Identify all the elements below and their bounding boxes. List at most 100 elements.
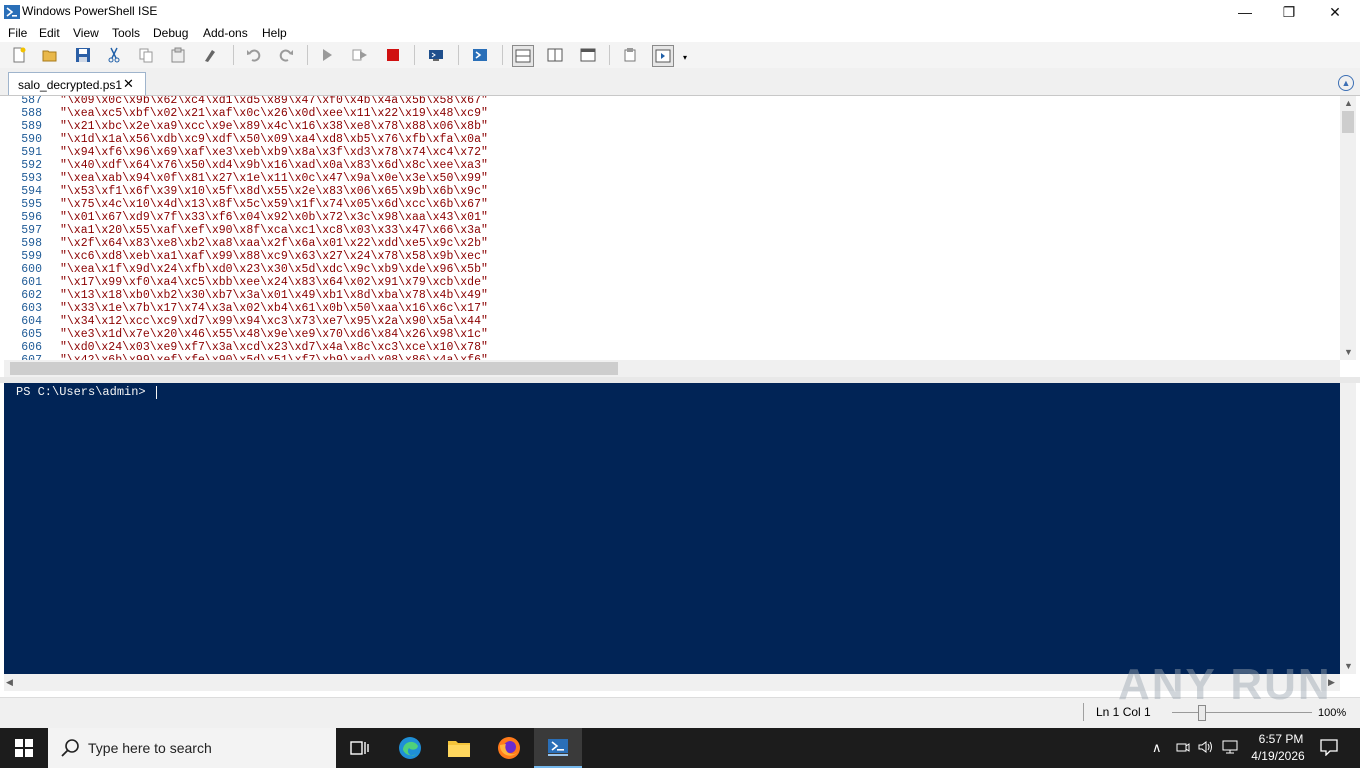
console-pane[interactable]: PS C:\Users\admin> <box>4 383 1340 674</box>
code-line: 603 "\x33\x1e\x7b\x17\x74\x3a\x02\xb4\x61… <box>4 302 1340 315</box>
toolbar-separator <box>502 45 503 65</box>
show-script-pane-icon[interactable] <box>652 45 674 67</box>
network-icon[interactable] <box>1222 740 1238 757</box>
meet-now-icon[interactable] <box>1176 740 1190 757</box>
scroll-down-icon[interactable]: ▼ <box>1344 661 1353 671</box>
paste-icon[interactable] <box>168 45 188 65</box>
menu-help[interactable]: Help <box>262 26 287 40</box>
line-number: 602 <box>21 289 42 302</box>
line-number: 593 <box>21 172 42 185</box>
start-button[interactable] <box>0 728 48 768</box>
show-script-top-icon[interactable] <box>512 45 534 67</box>
run-script-icon[interactable] <box>317 45 337 65</box>
undo-icon[interactable] <box>244 45 264 65</box>
code-line: 597 "\xa1\x20\x55\xaf\xef\x90\x8f\xca\xc1… <box>4 224 1340 237</box>
toolbar-separator <box>609 45 610 65</box>
editor-vertical-scroll-thumb[interactable] <box>1342 111 1354 133</box>
scroll-left-icon[interactable]: ◀ <box>6 677 13 688</box>
code-text: "\x75\x4c\x10\x4d\x13\x8f\x5c\x59\x1f\x7… <box>60 198 488 211</box>
zoom-slider-thumb[interactable] <box>1198 705 1206 721</box>
menu-view[interactable]: View <box>73 26 99 40</box>
save-icon[interactable] <box>73 45 93 65</box>
menu-edit[interactable]: Edit <box>39 26 60 40</box>
code-text: "\x33\x1e\x7b\x17\x74\x3a\x02\xb4\x61\x0… <box>60 302 488 315</box>
run-selection-icon[interactable] <box>350 45 370 65</box>
taskbar-search-box[interactable]: Type here to search <box>48 728 336 768</box>
code-line: 593 "\xea\xab\x94\x0f\x81\x27\x1e\x11\x0c… <box>4 172 1340 185</box>
copy-icon[interactable] <box>136 45 156 65</box>
cursor-position: Ln 1 Col 1 <box>1096 705 1151 719</box>
line-number: 591 <box>21 146 42 159</box>
task-view-icon[interactable] <box>336 728 384 768</box>
code-line: 604 "\x34\x12\xcc\xc9\xd7\x99\x94\xc3\x73… <box>4 315 1340 328</box>
script-editor[interactable]: 587 "\x09\x0c\x9b\x62\xc4\xd1\xd5\x89\x47… <box>4 96 1340 360</box>
notifications-icon[interactable] <box>1320 738 1338 759</box>
cut-icon[interactable] <box>104 45 124 65</box>
scroll-up-icon[interactable]: ▲ <box>1344 98 1353 108</box>
code-text: "\x09\x0c\x9b\x62\xc4\xd1\xd5\x89\x47\xf… <box>60 96 488 107</box>
command-addon-icon[interactable] <box>620 45 640 65</box>
menu-file[interactable]: File <box>8 26 27 40</box>
code-text: "\x34\x12\xcc\xc9\xd7\x99\x94\xc3\x73\xe… <box>60 315 488 328</box>
code-text: "\x01\x67\xd9\x7f\x33\xf6\x04\x92\x0b\x7… <box>60 211 488 224</box>
edge-icon[interactable] <box>386 728 434 768</box>
clock-time[interactable]: 6:57 PM <box>1254 732 1308 746</box>
menu-tools[interactable]: Tools <box>112 26 140 40</box>
code-line: 598 "\x2f\x64\x83\xe8\xb2\xa8\xaa\x2f\x6a… <box>4 237 1340 250</box>
collapse-script-pane-icon[interactable]: ▲ <box>1338 75 1354 91</box>
line-number: 603 <box>21 302 42 315</box>
menu-debug[interactable]: Debug <box>153 26 188 40</box>
volume-icon[interactable] <box>1198 740 1214 757</box>
powershell-console-icon[interactable] <box>470 45 490 65</box>
search-placeholder: Type here to search <box>88 740 212 756</box>
code-line: 606 "\xd0\x24\x03\xe9\xf7\x3a\xcd\x23\xd7… <box>4 341 1340 354</box>
menu-add-ons[interactable]: Add-ons <box>203 26 248 40</box>
show-script-right-icon[interactable] <box>545 45 565 65</box>
powershell-ise-taskbar-icon[interactable] <box>534 728 582 768</box>
line-number: 606 <box>21 341 42 354</box>
tab-close-icon[interactable]: ✕ <box>123 76 134 92</box>
clock-date[interactable]: 4/19/2026 <box>1248 749 1308 763</box>
scroll-down-icon[interactable]: ▼ <box>1344 347 1353 357</box>
stop-icon[interactable] <box>383 45 403 65</box>
line-number: 598 <box>21 237 42 250</box>
line-number: 588 <box>21 107 42 120</box>
restore-button[interactable]: ❐ <box>1266 0 1312 24</box>
line-number: 592 <box>21 159 42 172</box>
clear-icon[interactable] <box>200 45 220 65</box>
close-button[interactable]: ✕ <box>1312 0 1358 24</box>
show-script-maximized-icon[interactable] <box>578 45 598 65</box>
remote-powershell-icon[interactable] <box>426 45 446 65</box>
line-number: 597 <box>21 224 42 237</box>
title-bar <box>0 0 1360 24</box>
redo-icon[interactable] <box>276 45 296 65</box>
toolbar-overflow-icon[interactable]: ▾ <box>683 53 687 62</box>
code-line: 599 "\xc6\xd8\xeb\xa1\xaf\x99\x88\xc9\x63… <box>4 250 1340 263</box>
code-line: 587 "\x09\x0c\x9b\x62\xc4\xd1\xd5\x89\x47… <box>4 96 1340 107</box>
code-text: "\xd0\x24\x03\xe9\xf7\x3a\xcd\x23\xd7\x4… <box>60 341 488 354</box>
new-icon[interactable] <box>9 45 29 65</box>
show-hidden-icons-icon[interactable]: ∧ <box>1152 740 1162 756</box>
console-vertical-scrollbar[interactable]: ▼ <box>1340 383 1356 674</box>
open-icon[interactable] <box>40 45 60 65</box>
window-title: Windows PowerShell ISE <box>22 4 158 18</box>
code-line: 605 "\xe3\x1d\x7e\x20\x46\x55\x48\x9e\xe9… <box>4 328 1340 341</box>
zoom-slider-track[interactable] <box>1172 712 1312 713</box>
text-cursor <box>156 386 157 399</box>
toolbar-separator <box>233 45 234 65</box>
code-line: 600 "\xea\x1f\x9d\x24\xfb\xd0\x23\x30\x5d… <box>4 263 1340 276</box>
code-text: "\xa1\x20\x55\xaf\xef\x90\x8f\xca\xc1\xc… <box>60 224 488 237</box>
firefox-icon[interactable] <box>485 728 533 768</box>
line-number: 589 <box>21 120 42 133</box>
editor-vertical-scrollbar[interactable]: ▲ ▼ <box>1340 96 1356 360</box>
code-line: 595 "\x75\x4c\x10\x4d\x13\x8f\x5c\x59\x1f… <box>4 198 1340 211</box>
code-text: "\x17\x99\xf0\xa4\xc5\xbb\xee\x24\x83\x6… <box>60 276 488 289</box>
file-explorer-icon[interactable] <box>435 728 483 768</box>
tab-salo-decrypted[interactable]: salo_decrypted.ps1 ✕ <box>8 72 146 95</box>
line-number: 590 <box>21 133 42 146</box>
minimize-button[interactable]: — <box>1222 0 1268 24</box>
zoom-level: 100% <box>1318 707 1347 719</box>
editor-horizontal-scroll-thumb[interactable] <box>10 362 618 375</box>
code-line: 596 "\x01\x67\xd9\x7f\x33\xf6\x04\x92\x0b… <box>4 211 1340 224</box>
windows-icon <box>15 739 33 757</box>
